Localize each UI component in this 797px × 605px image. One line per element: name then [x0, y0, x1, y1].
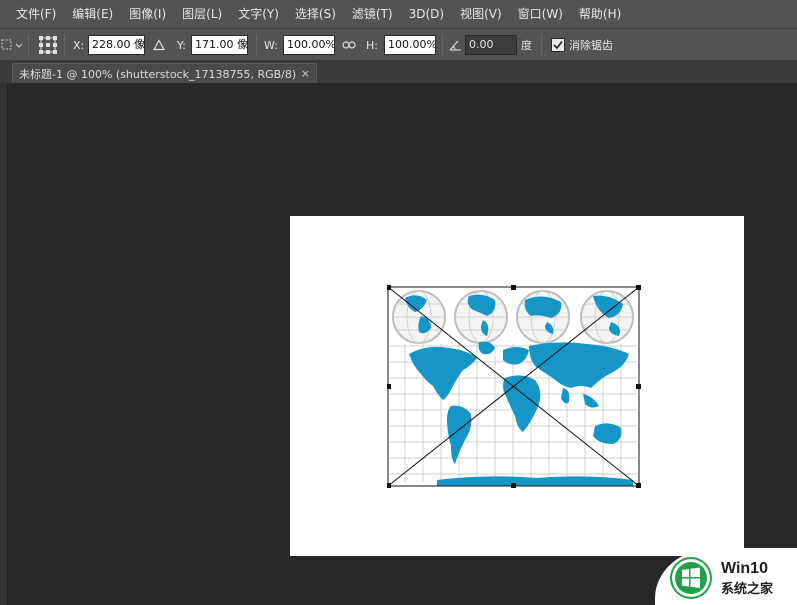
antialias-label: 消除锯齿 — [569, 39, 613, 52]
h-label: H: — [366, 38, 378, 52]
menu-window[interactable]: 窗口(W) — [510, 0, 571, 28]
menu-select[interactable]: 选择(S) — [287, 0, 344, 28]
globes-row — [392, 290, 634, 344]
menu-view[interactable]: 视图(V) — [452, 0, 510, 28]
rotate-angle-icon — [449, 40, 461, 51]
width-field[interactable]: 100.00% — [283, 35, 335, 55]
menu-file[interactable]: 文件(F) — [8, 0, 64, 28]
y-position-field[interactable]: 171.00 像⁙ — [191, 35, 248, 55]
menu-edit[interactable]: 编辑(E) — [64, 0, 121, 28]
separator — [442, 34, 443, 56]
height-field[interactable]: 100.00% — [384, 35, 436, 55]
menu-image[interactable]: 图像(I) — [121, 0, 174, 28]
options-bar: X: 228.00 像⁙ Y: 171.00 像⁙ W: 100.00% H: … — [0, 28, 797, 61]
separator — [64, 34, 65, 56]
watermark-brand: Win10 — [721, 560, 768, 577]
menu-filter[interactable]: 滤镜(T) — [344, 0, 401, 28]
separator — [256, 34, 257, 56]
angle-unit: 度 — [521, 39, 532, 52]
reference-point-icon[interactable] — [38, 35, 58, 55]
document-tab-bar: 未标题-1 @ 100% (shutterstock_17138755, RGB… — [0, 61, 797, 83]
document-tab[interactable]: 未标题-1 @ 100% (shutterstock_17138755, RGB… — [12, 63, 317, 83]
document-tab-title: 未标题-1 @ 100% (shutterstock_17138755, RGB… — [19, 67, 297, 81]
rotation-angle-field[interactable]: 0.00 — [465, 35, 517, 55]
w-label: W: — [264, 38, 278, 52]
world-continents — [409, 341, 633, 486]
x-label: X: — [73, 38, 85, 52]
separator — [541, 34, 542, 56]
site-watermark: Win10 系统之家 — [655, 548, 797, 605]
menu-layer[interactable]: 图层(L) — [174, 0, 230, 28]
x-position-field[interactable]: 228.00 像⁙ — [88, 35, 145, 55]
windows-logo-icon — [670, 557, 712, 599]
menu-3d[interactable]: 3D(D) — [401, 0, 452, 28]
triangle-delta-icon[interactable] — [153, 39, 165, 51]
checkbox-icon[interactable] — [551, 38, 565, 52]
close-icon[interactable]: × — [301, 67, 310, 80]
link-icon[interactable] — [342, 40, 356, 50]
document-canvas[interactable] — [290, 216, 744, 556]
y-label: Y: — [177, 38, 186, 52]
marquee-icon[interactable] — [1, 38, 23, 52]
menu-type[interactable]: 文字(Y) — [230, 0, 287, 28]
placed-world-map-image[interactable] — [387, 282, 647, 492]
tool-strip — [0, 83, 8, 605]
watermark-subtitle: 系统之家 — [721, 582, 774, 597]
separator — [28, 34, 29, 56]
menu-bar: 文件(F) 编辑(E) 图像(I) 图层(L) 文字(Y) 选择(S) 滤镜(T… — [0, 0, 797, 28]
menu-help[interactable]: 帮助(H) — [571, 0, 629, 28]
